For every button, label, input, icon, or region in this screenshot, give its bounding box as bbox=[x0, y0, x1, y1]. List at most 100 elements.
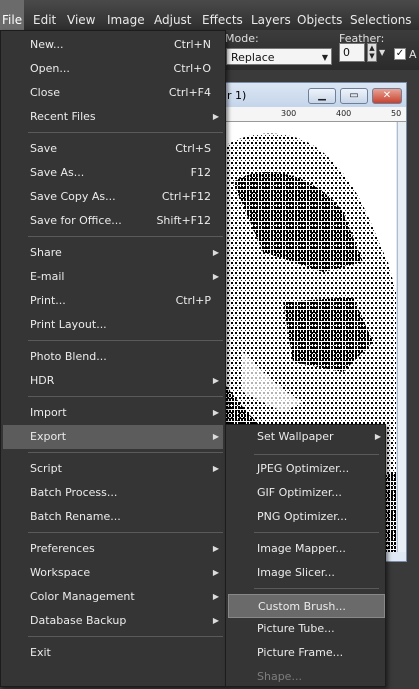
menu-item-label: JPEG Optimizer... bbox=[257, 462, 350, 475]
menu-item-new[interactable]: New... Ctrl+N bbox=[3, 33, 223, 57]
menu-item-label: Save Copy As... bbox=[30, 190, 116, 203]
menu-item-database-backup[interactable]: Database Backup ▶ bbox=[3, 609, 223, 633]
menu-item-shortcut: Ctrl+F4 bbox=[168, 86, 211, 99]
menu-separator bbox=[28, 340, 223, 341]
menu-layers[interactable]: Layers bbox=[249, 0, 293, 30]
menu-item-label: Picture Tube... bbox=[257, 622, 335, 635]
ruler-tick: 300 bbox=[281, 109, 297, 118]
menu-item-exit[interactable]: Exit bbox=[3, 641, 223, 665]
horizontal-ruler: 300 400 50 bbox=[223, 107, 406, 122]
ruler-tick: 400 bbox=[336, 109, 352, 118]
menu-item-image-mapper[interactable]: Image Mapper... bbox=[228, 537, 385, 561]
feather-spinner[interactable]: ▲ ▼ bbox=[367, 43, 377, 62]
minimize-button[interactable]: ▁ bbox=[308, 88, 336, 104]
submenu-arrow-icon: ▶ bbox=[212, 112, 219, 121]
antialias-label: A bbox=[409, 48, 417, 61]
menu-item-label: Preferences bbox=[30, 542, 95, 555]
menu-item-shortcut: Ctrl+P bbox=[175, 294, 211, 307]
menu-item-save-for-office[interactable]: Save for Office... Shift+F12 bbox=[3, 209, 223, 233]
menu-item-picture-frame[interactable]: Picture Frame... bbox=[228, 641, 385, 665]
menu-item-close[interactable]: Close Ctrl+F4 bbox=[3, 81, 223, 105]
menu-item-preferences[interactable]: Preferences ▶ bbox=[3, 537, 223, 561]
menu-item-label: Image Slicer... bbox=[257, 566, 335, 579]
mode-select[interactable]: Replace ▼ bbox=[226, 48, 332, 65]
menu-item-label: Picture Frame... bbox=[257, 646, 344, 659]
menu-separator bbox=[28, 532, 223, 533]
menu-item-email[interactable]: E-mail ▶ bbox=[3, 265, 223, 289]
menu-view[interactable]: View bbox=[65, 0, 97, 30]
menu-separator bbox=[254, 532, 379, 533]
document-titlebar[interactable]: r 1) ▁ ▭ ✕ bbox=[223, 83, 406, 107]
menu-item-set-wallpaper[interactable]: Set Wallpaper ▶ bbox=[228, 425, 385, 449]
menu-item-label: Custom Brush... bbox=[258, 600, 346, 613]
menu-item-batch-process[interactable]: Batch Process... bbox=[3, 481, 223, 505]
menu-adjust[interactable]: Adjust bbox=[152, 0, 194, 30]
menu-item-batch-rename[interactable]: Batch Rename... bbox=[3, 505, 223, 529]
menu-item-shortcut: Ctrl+O bbox=[173, 62, 211, 75]
menu-item-label: New... bbox=[30, 38, 64, 51]
feather-input[interactable]: 0 bbox=[339, 43, 365, 62]
menu-item-save-as[interactable]: Save As... F12 bbox=[3, 161, 223, 185]
menu-selections[interactable]: Selections bbox=[348, 0, 414, 30]
menu-item-export[interactable]: Export ▶ bbox=[3, 425, 223, 449]
menu-item-photo-blend[interactable]: Photo Blend... bbox=[3, 345, 223, 369]
submenu-arrow-icon: ▶ bbox=[212, 616, 219, 625]
submenu-arrow-icon: ▶ bbox=[212, 464, 219, 473]
antialias-checkbox[interactable]: ✓ bbox=[394, 48, 406, 60]
menu-item-label: Color Management bbox=[30, 590, 135, 603]
menu-item-import[interactable]: Import ▶ bbox=[3, 401, 223, 425]
menu-item-label: Exit bbox=[30, 646, 51, 659]
file-menu: New... Ctrl+N Open... Ctrl+O Close Ctrl+… bbox=[0, 30, 226, 687]
menu-effects[interactable]: Effects bbox=[200, 0, 245, 30]
submenu-arrow-icon: ▶ bbox=[212, 432, 219, 441]
menu-item-share[interactable]: Share ▶ bbox=[3, 241, 223, 265]
menu-item-label: Workspace bbox=[30, 566, 91, 579]
feather-dropdown-icon[interactable]: ▼ bbox=[379, 48, 387, 58]
menu-separator bbox=[28, 396, 223, 397]
menu-item-jpeg-optimizer[interactable]: JPEG Optimizer... bbox=[228, 457, 385, 481]
menu-objects[interactable]: Objects bbox=[295, 0, 344, 30]
menu-item-label: Batch Rename... bbox=[30, 510, 121, 523]
maximize-button[interactable]: ▭ bbox=[340, 88, 368, 104]
menu-item-custom-brush[interactable]: Custom Brush... bbox=[228, 594, 385, 618]
menu-item-label: Open... bbox=[30, 62, 70, 75]
menu-separator bbox=[254, 454, 379, 455]
menu-item-script[interactable]: Script ▶ bbox=[3, 457, 223, 481]
menu-item-label: Photo Blend... bbox=[30, 350, 107, 363]
menu-item-image-slicer[interactable]: Image Slicer... bbox=[228, 561, 385, 585]
menu-item-label: Shape... bbox=[257, 670, 302, 683]
submenu-arrow-icon: ▶ bbox=[212, 248, 219, 257]
menu-item-label: Save As... bbox=[30, 166, 85, 179]
menu-item-label: Save bbox=[30, 142, 58, 155]
submenu-arrow-icon: ▶ bbox=[212, 568, 219, 577]
vertical-scrollbar[interactable] bbox=[397, 122, 406, 552]
submenu-arrow-icon: ▶ bbox=[374, 432, 381, 441]
menu-item-workspace[interactable]: Workspace ▶ bbox=[3, 561, 223, 585]
menu-image[interactable]: Image bbox=[105, 0, 147, 30]
export-submenu: Set Wallpaper ▶ JPEG Optimizer... GIF Op… bbox=[225, 424, 386, 687]
menu-item-open[interactable]: Open... Ctrl+O bbox=[3, 57, 223, 81]
menu-file[interactable]: File bbox=[0, 0, 25, 30]
submenu-arrow-icon: ▶ bbox=[212, 272, 219, 281]
menu-separator bbox=[28, 132, 223, 133]
menu-item-picture-tube[interactable]: Picture Tube... bbox=[228, 617, 385, 641]
tool-options-bar: Mode: Replace ▼ Feather: 0 ▲ ▼ ▼ ✓ A bbox=[222, 30, 419, 70]
chevron-down-icon: ▼ bbox=[321, 53, 328, 62]
menu-item-print-layout[interactable]: Print Layout... bbox=[3, 313, 223, 337]
mode-label: Mode: bbox=[225, 32, 259, 45]
menu-item-hdr[interactable]: HDR ▶ bbox=[3, 369, 223, 393]
menu-item-print[interactable]: Print... Ctrl+P bbox=[3, 289, 223, 313]
menu-item-png-optimizer[interactable]: PNG Optimizer... bbox=[228, 505, 385, 529]
menu-item-save[interactable]: Save Ctrl+S bbox=[3, 137, 223, 161]
menu-item-save-copy-as[interactable]: Save Copy As... Ctrl+F12 bbox=[3, 185, 223, 209]
menu-item-color-management[interactable]: Color Management ▶ bbox=[3, 585, 223, 609]
menu-item-label: Share bbox=[30, 246, 62, 259]
close-button[interactable]: ✕ bbox=[372, 88, 402, 104]
menu-separator bbox=[28, 236, 223, 237]
menu-item-label: Batch Process... bbox=[30, 486, 118, 499]
menu-bar: File Edit View Image Adjust Effects Laye… bbox=[0, 0, 419, 31]
menu-edit[interactable]: Edit bbox=[31, 0, 58, 30]
menu-item-recent-files[interactable]: Recent Files ▶ bbox=[3, 105, 223, 129]
menu-item-gif-optimizer[interactable]: GIF Optimizer... bbox=[228, 481, 385, 505]
mode-value: Replace bbox=[231, 51, 275, 64]
